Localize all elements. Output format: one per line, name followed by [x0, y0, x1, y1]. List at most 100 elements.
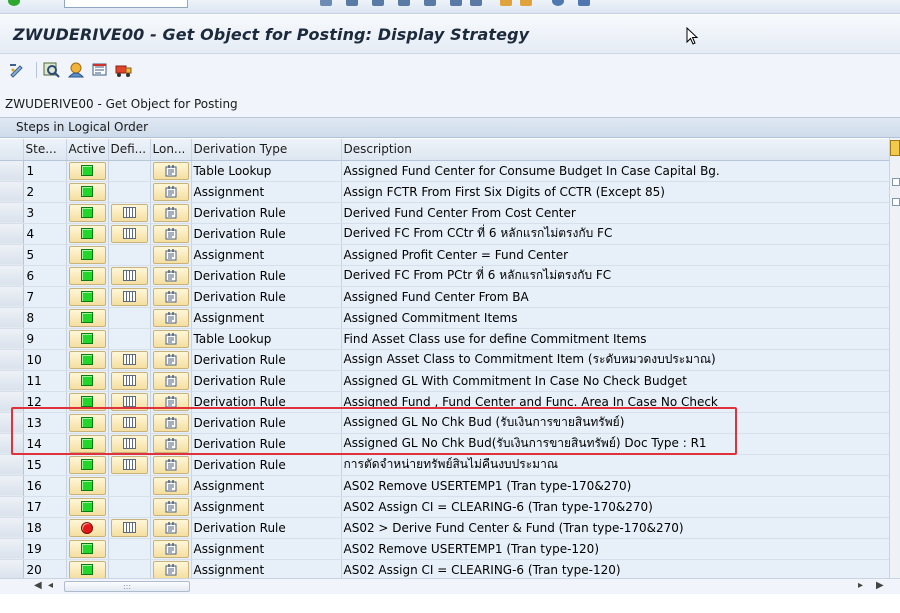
- long-text-button[interactable]: [152, 308, 189, 327]
- table-row[interactable]: 13 Derivation Rule Assigned GL No Chk Bud …: [0, 412, 890, 434]
- row-selector[interactable]: [0, 202, 24, 224]
- table-row[interactable]: 17 Assignment AS02 Assign CI = CLEARING-6 …: [0, 496, 890, 518]
- active-status-button[interactable]: [68, 266, 106, 285]
- find-icon[interactable]: [450, 0, 462, 6]
- row-selector[interactable]: [0, 286, 24, 308]
- definition-button[interactable]: [110, 455, 148, 474]
- active-status-button[interactable]: [68, 392, 106, 411]
- scroll-left-icon[interactable]: ◂: [48, 580, 53, 591]
- active-status-button[interactable]: [68, 287, 106, 306]
- long-text-button[interactable]: [152, 182, 189, 201]
- long-text-button[interactable]: [152, 224, 189, 243]
- column-header-long-text[interactable]: Lon...: [150, 139, 192, 161]
- save-icon[interactable]: [320, 0, 332, 6]
- long-text-button[interactable]: [152, 413, 189, 432]
- long-text-button[interactable]: [152, 203, 189, 222]
- search-strategy-icon[interactable]: [42, 60, 62, 80]
- definition-button[interactable]: [110, 434, 148, 453]
- scroll-right-icon[interactable]: ▶: [876, 580, 884, 591]
- active-status-button[interactable]: [68, 497, 106, 516]
- long-text-button[interactable]: [152, 161, 189, 180]
- document-icon[interactable]: [90, 60, 110, 80]
- definition-button[interactable]: [110, 287, 148, 306]
- table-row[interactable]: 14 Derivation Rule Assigned GL No Chk Bud(…: [0, 433, 890, 455]
- active-status-button[interactable]: [68, 182, 106, 201]
- table-row[interactable]: 7 Derivation Rule Assigned Fund Center Fro…: [0, 286, 890, 308]
- long-text-button[interactable]: [152, 497, 189, 516]
- definition-button[interactable]: [110, 203, 148, 222]
- exit-icon[interactable]: [372, 0, 384, 6]
- column-settings-icon[interactable]: [890, 140, 900, 156]
- long-text-button[interactable]: [152, 434, 189, 453]
- active-status-button[interactable]: [68, 413, 106, 432]
- row-selector[interactable]: [0, 349, 24, 371]
- table-row[interactable]: 4 Derivation Rule Derived FC From CCtr ที่…: [0, 223, 890, 245]
- scroll-thumb[interactable]: [892, 198, 900, 206]
- active-status-button[interactable]: [68, 539, 106, 558]
- horizontal-scroll-thumb[interactable]: :::: [64, 581, 190, 592]
- long-text-button[interactable]: [152, 329, 189, 348]
- scroll-up-button[interactable]: [892, 178, 900, 186]
- row-selector[interactable]: [0, 307, 24, 329]
- long-text-button[interactable]: [152, 266, 189, 285]
- active-status-button[interactable]: [68, 308, 106, 327]
- long-text-button[interactable]: [152, 518, 189, 537]
- table-row[interactable]: 8 Assignment Assigned Commitment Items: [0, 307, 890, 329]
- row-selector[interactable]: [0, 454, 24, 476]
- active-status-button[interactable]: [68, 434, 106, 453]
- row-selector[interactable]: [0, 265, 24, 287]
- column-header-step[interactable]: Ste...: [23, 139, 67, 161]
- display-change-icon[interactable]: [7, 60, 27, 80]
- row-selector[interactable]: [0, 160, 24, 182]
- row-selector[interactable]: [0, 370, 24, 392]
- row-selector[interactable]: [0, 538, 24, 560]
- column-header-derivation-type[interactable]: Derivation Type: [191, 139, 342, 161]
- long-text-button[interactable]: [152, 287, 189, 306]
- table-row[interactable]: 1 Table Lookup Assigned Fund Center for Co…: [0, 160, 890, 182]
- row-selector[interactable]: [0, 412, 24, 434]
- row-selector[interactable]: [0, 223, 24, 245]
- environment-icon[interactable]: [66, 60, 86, 80]
- long-text-button[interactable]: [152, 560, 189, 579]
- select-all-header[interactable]: [0, 139, 24, 161]
- active-status-button[interactable]: [68, 245, 106, 264]
- scroll-left-icon[interactable]: ◀: [34, 580, 42, 591]
- command-field[interactable]: [64, 0, 188, 8]
- definition-button[interactable]: [110, 266, 148, 285]
- row-selector[interactable]: [0, 496, 24, 518]
- previous-page-icon[interactable]: [520, 0, 532, 6]
- table-row[interactable]: 18 Derivation Rule AS02 > Derive Fund Cent…: [0, 517, 890, 539]
- long-text-button[interactable]: [152, 539, 189, 558]
- vertical-scrollbar[interactable]: [889, 138, 900, 578]
- long-text-button[interactable]: [152, 455, 189, 474]
- table-row[interactable]: 20 Assignment AS02 Assign CI = CLEARING-6 …: [0, 559, 890, 581]
- back-icon[interactable]: [346, 0, 358, 6]
- enter-icon[interactable]: [8, 0, 20, 6]
- table-row[interactable]: 15 Derivation Rule การตัดจำหน่ายทรัพย์สินไ…: [0, 454, 890, 476]
- long-text-button[interactable]: [152, 350, 189, 369]
- active-status-button[interactable]: [68, 560, 106, 579]
- table-row[interactable]: 6 Derivation Rule Derived FC From PCtr ที่…: [0, 265, 890, 287]
- row-selector[interactable]: [0, 433, 24, 455]
- row-selector[interactable]: [0, 181, 24, 203]
- row-selector[interactable]: [0, 328, 24, 350]
- definition-button[interactable]: [110, 413, 148, 432]
- table-row[interactable]: 3 Derivation Rule Derived Fund Center From…: [0, 202, 890, 224]
- active-status-button[interactable]: [68, 161, 106, 180]
- table-row[interactable]: 5 Assignment Assigned Profit Center = Fund…: [0, 244, 890, 266]
- row-selector[interactable]: [0, 517, 24, 539]
- cancel-icon[interactable]: [398, 0, 410, 6]
- definition-button[interactable]: [110, 392, 148, 411]
- scroll-right-icon[interactable]: ▸: [858, 580, 863, 591]
- long-text-button[interactable]: [152, 245, 189, 264]
- active-status-button[interactable]: [68, 224, 106, 243]
- active-status-button[interactable]: [68, 476, 106, 495]
- definition-button[interactable]: [110, 371, 148, 390]
- table-row[interactable]: 16 Assignment AS02 Remove USERTEMP1 (Tran …: [0, 475, 890, 497]
- find-next-icon[interactable]: [470, 0, 482, 6]
- table-row[interactable]: 11 Derivation Rule Assigned GL With Commit…: [0, 370, 890, 392]
- table-row[interactable]: 9 Table Lookup Find Asset Class use for de…: [0, 328, 890, 350]
- column-header-active[interactable]: Active: [66, 139, 109, 161]
- help-icon[interactable]: [578, 0, 590, 6]
- table-row[interactable]: 12 Derivation Rule Assigned Fund , Fund Ce…: [0, 391, 890, 413]
